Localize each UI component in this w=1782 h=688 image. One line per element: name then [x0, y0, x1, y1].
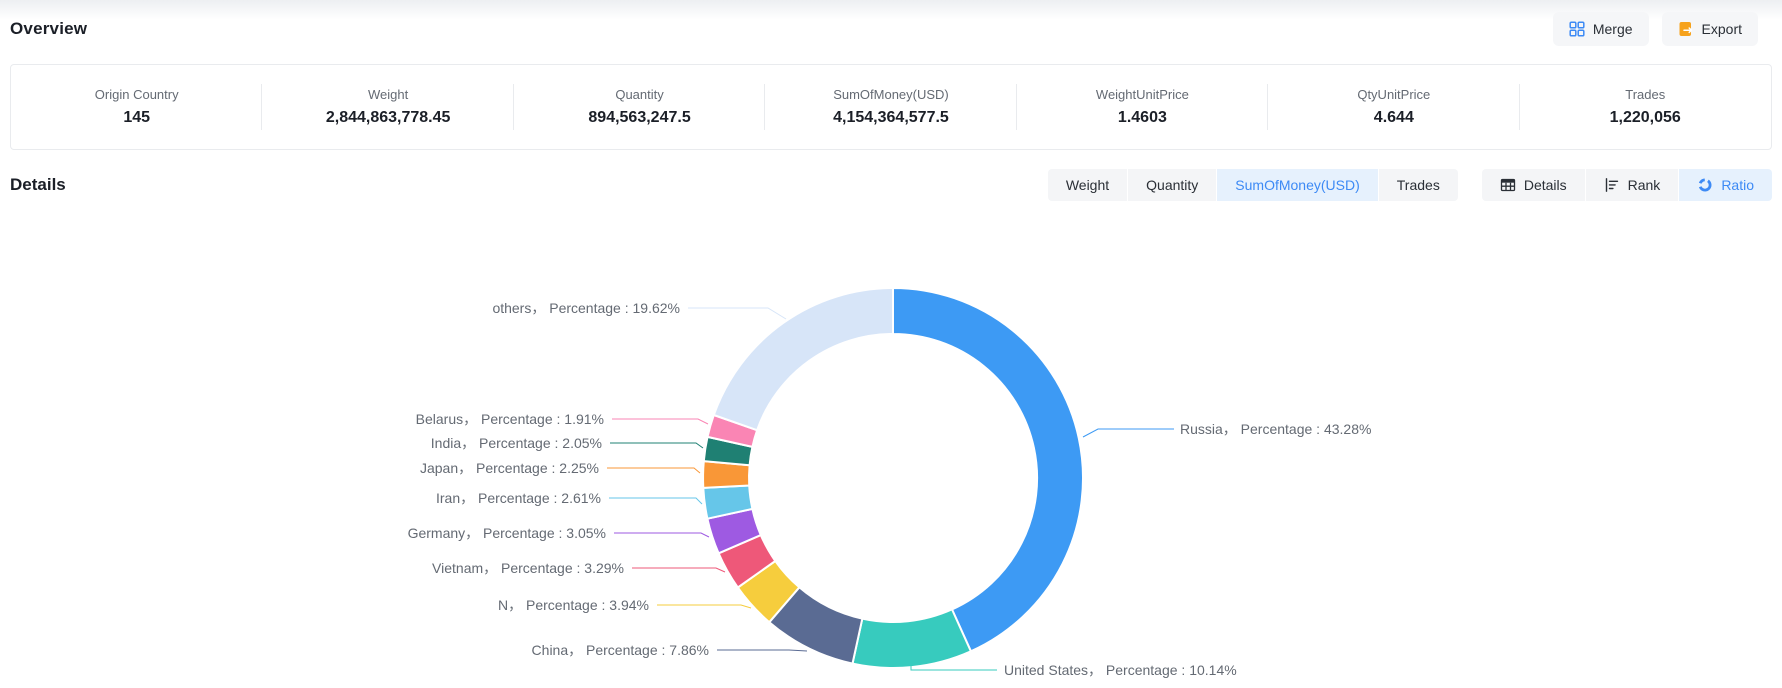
- leader-line-russia: [1083, 429, 1174, 437]
- chart-label-others: others， Percentage : 19.62%: [492, 298, 680, 318]
- chart-label-germany: Germany， Percentage : 3.05%: [408, 523, 606, 543]
- leader-line-india: [610, 443, 703, 448]
- slice-others[interactable]: [714, 288, 893, 430]
- leader-line-china: [717, 650, 807, 651]
- ratio-donut-chart: Russia， Percentage : 43.28% United States…: [0, 0, 1782, 688]
- leader-line-iran: [609, 498, 702, 504]
- chart-label-n: N， Percentage : 3.94%: [498, 595, 649, 615]
- leader-line-vietnam: [632, 568, 725, 572]
- chart-label-vietnam: Vietnam， Percentage : 3.29%: [432, 558, 624, 578]
- chart-label-japan: Japan， Percentage : 2.25%: [420, 458, 599, 478]
- leader-line-belarus: [612, 419, 708, 424]
- chart-label-india: India， Percentage : 2.05%: [431, 433, 602, 453]
- chart-label-china: China， Percentage : 7.86%: [532, 640, 709, 660]
- leader-line-others: [688, 308, 786, 319]
- leader-line-germany: [614, 533, 709, 537]
- leader-line-n: [657, 605, 751, 608]
- slice-russia[interactable]: [893, 288, 1083, 651]
- chart-label-united-states: United States， Percentage : 10.14%: [1004, 660, 1237, 680]
- chart-label-russia: Russia， Percentage : 43.28%: [1180, 419, 1371, 439]
- chart-label-belarus: Belarus， Percentage : 1.91%: [416, 409, 604, 429]
- donut-svg: [0, 0, 1782, 688]
- slice-united-states[interactable]: [853, 609, 971, 668]
- chart-label-iran: Iran， Percentage : 2.61%: [436, 488, 601, 508]
- leader-line-japan: [607, 468, 700, 473]
